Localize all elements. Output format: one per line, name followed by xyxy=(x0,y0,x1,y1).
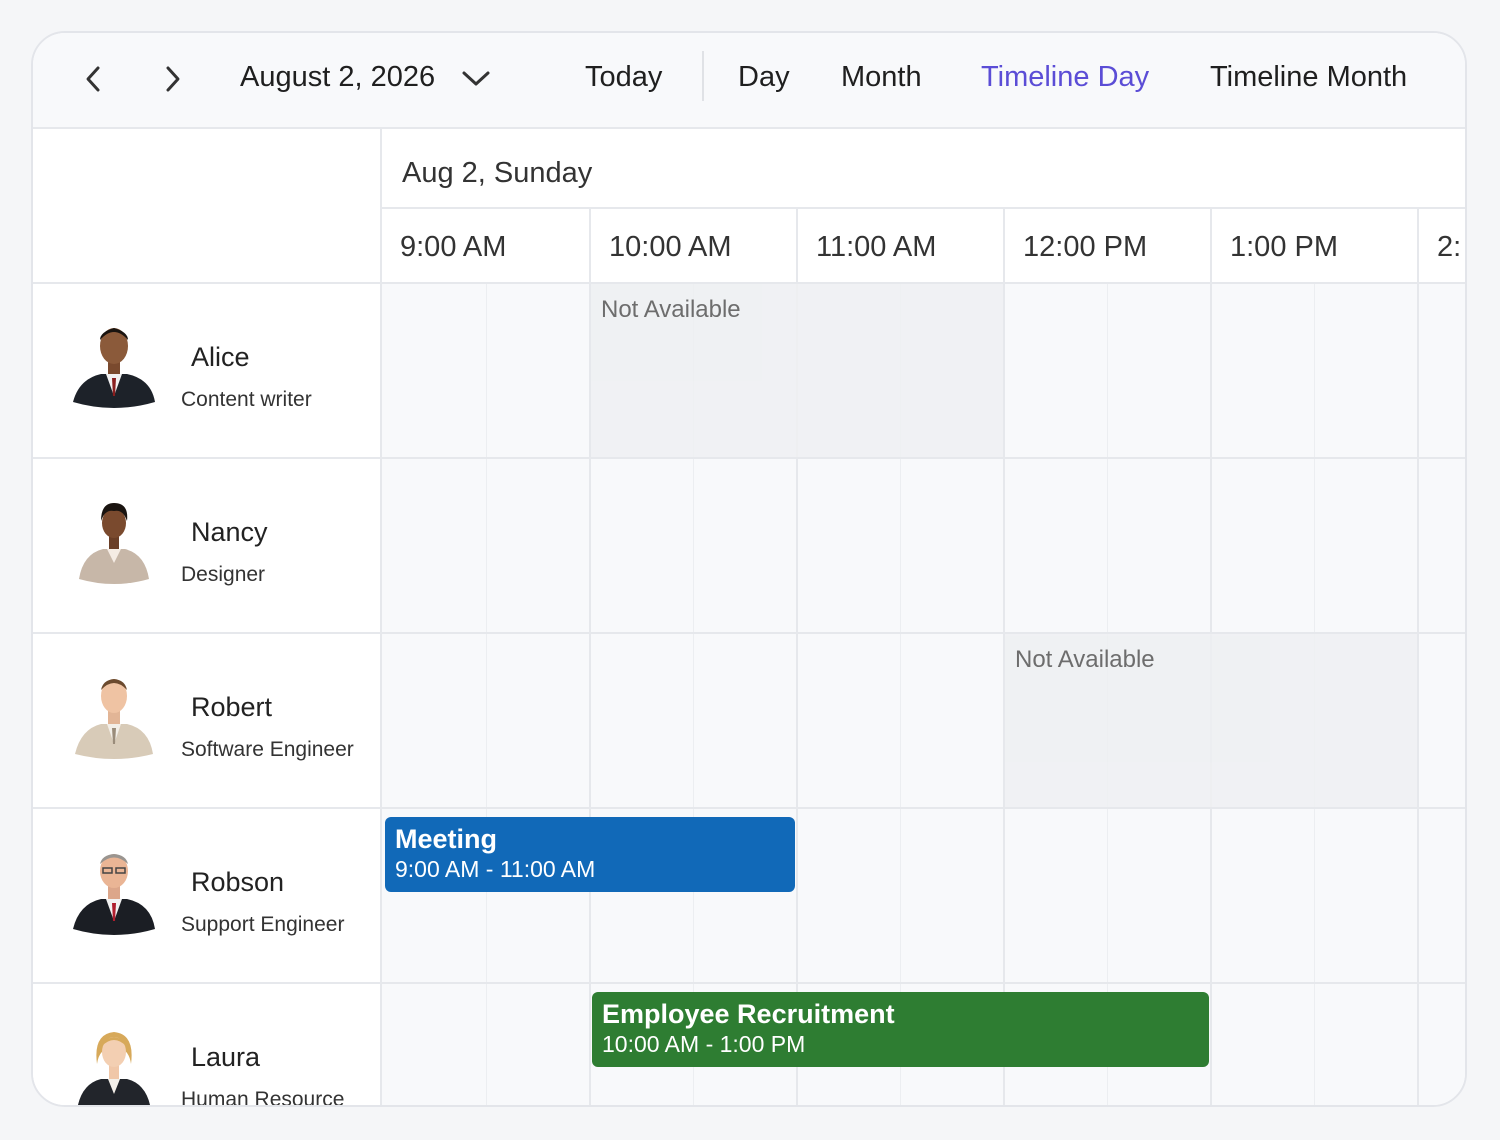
avatar xyxy=(79,503,149,584)
unavailable-label: Not Available xyxy=(601,296,741,323)
resource-role: Human Resource xyxy=(181,1088,345,1107)
chevron-down-icon xyxy=(462,71,490,86)
appointment-time: 10:00 AM - 1:00 PM xyxy=(602,1031,806,1058)
resource-name: Laura xyxy=(191,1042,261,1072)
resource-role: Software Engineer xyxy=(181,738,354,761)
view-timeline-day-button[interactable]: Timeline Day xyxy=(981,63,1149,92)
resource-role: Content writer xyxy=(181,388,312,411)
previous-button[interactable] xyxy=(73,59,113,99)
resource-row-robson[interactable]: Robson Support Engineer xyxy=(33,809,380,984)
resource-row-robert[interactable]: Robert Software Engineer xyxy=(33,634,380,809)
date-header: Aug 2, Sunday xyxy=(382,129,1465,209)
resource-name: Robert xyxy=(191,692,273,722)
view-month-button[interactable]: Month xyxy=(841,63,922,92)
appointment-time: 9:00 AM - 11:00 AM xyxy=(395,856,596,883)
appointment-title: Employee Recruitment xyxy=(602,999,895,1029)
resource-role: Designer xyxy=(181,563,266,586)
appointment-meeting[interactable]: Meeting 9:00 AM - 11:00 AM xyxy=(385,817,795,892)
avatar xyxy=(78,1032,150,1105)
scheduler: August 2, 2026 Today Day Month Timeline … xyxy=(31,31,1467,1107)
resource-column: Alice Content writer Nancy Designer Robe… xyxy=(33,284,382,1107)
resource-header-corner xyxy=(33,129,382,284)
row-line xyxy=(382,457,1465,459)
appointment-title: Meeting xyxy=(395,824,498,854)
unavailable-block: Not Available xyxy=(1005,634,1417,807)
avatar xyxy=(73,854,155,935)
chevron-left-icon xyxy=(86,66,100,92)
date-picker-button[interactable]: August 2, 2026 xyxy=(240,63,491,92)
today-button[interactable]: Today xyxy=(585,63,662,92)
view-timeline-month-button[interactable]: Timeline Month xyxy=(1210,63,1407,92)
resource-name: Alice xyxy=(191,342,250,372)
timeline-body[interactable]: Not Available Not Available Meeting 9:00… xyxy=(382,284,1465,1105)
time-label: 1:00 PM xyxy=(1230,231,1338,263)
resource-row-alice[interactable]: Alice Content writer xyxy=(33,284,380,459)
date-label: August 2, 2026 xyxy=(240,61,436,93)
resource-row-laura[interactable]: Laura Human Resource xyxy=(33,984,380,1107)
resource-name: Robson xyxy=(191,867,285,897)
date-header-label: Aug 2, Sunday xyxy=(402,157,593,189)
time-slot-header: 11:00 AM xyxy=(796,209,1004,282)
avatar xyxy=(73,328,155,408)
avatar xyxy=(75,679,153,759)
time-slot-header: 12:00 PM xyxy=(1003,209,1211,282)
unavailable-label: Not Available xyxy=(1015,646,1155,673)
next-button[interactable] xyxy=(153,59,193,99)
chevron-right-icon xyxy=(166,66,180,92)
resource-role: Support Engineer xyxy=(181,913,345,936)
unavailable-block: Not Available xyxy=(591,284,1003,457)
time-header: 9:00 AM 10:00 AM 11:00 AM 12:00 PM 1:00 … xyxy=(382,209,1465,284)
time-label: 11:00 AM xyxy=(816,231,937,263)
resource-row-nancy[interactable]: Nancy Designer xyxy=(33,459,380,634)
toolbar-separator xyxy=(702,51,704,101)
toolbar: August 2, 2026 Today Day Month Timeline … xyxy=(33,33,1465,129)
time-slot-header: 9:00 AM xyxy=(382,209,590,282)
timeline-grid: Aug 2, Sunday 9:00 AM 10:00 AM 11:00 AM … xyxy=(33,129,1465,1107)
row-line xyxy=(382,982,1465,984)
time-label: 9:00 AM xyxy=(400,231,507,263)
row-line xyxy=(382,807,1465,809)
time-label: 10:00 AM xyxy=(609,231,732,263)
time-label: 2: xyxy=(1437,231,1462,263)
appointment-employee-recruitment[interactable]: Employee Recruitment 10:00 AM - 1:00 PM xyxy=(592,992,1209,1067)
time-slot-header: 2: xyxy=(1417,209,1465,282)
time-slot-header: 1:00 PM xyxy=(1210,209,1418,282)
view-day-button[interactable]: Day xyxy=(738,63,790,92)
resource-name: Nancy xyxy=(191,517,268,547)
time-slot-header: 10:00 AM xyxy=(589,209,797,282)
time-label: 12:00 PM xyxy=(1023,231,1148,263)
